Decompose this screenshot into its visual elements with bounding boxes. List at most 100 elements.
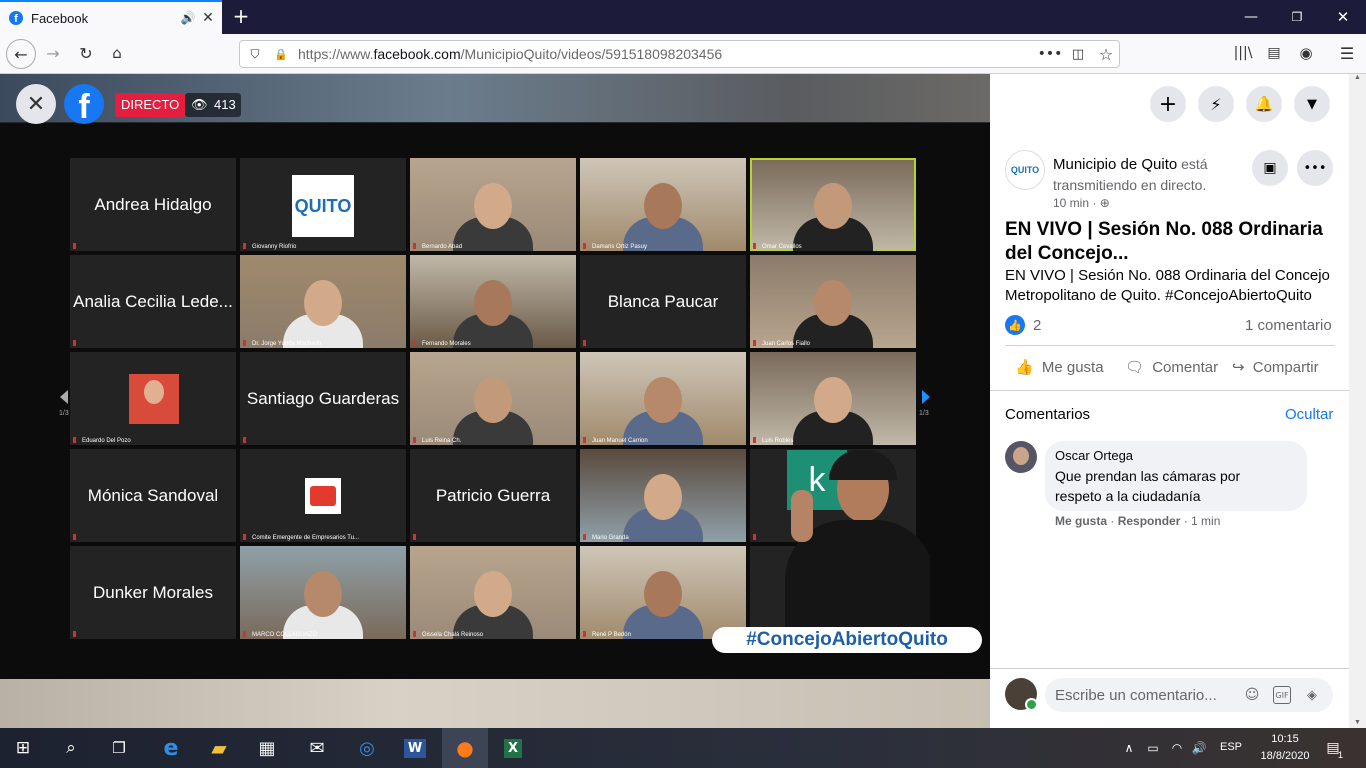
comment-bubble-icon: 🗨: [1125, 358, 1145, 376]
close-video-button[interactable]: ✕: [16, 84, 56, 124]
hide-comments-link[interactable]: Ocultar: [1285, 406, 1333, 423]
forward-icon[interactable]: →: [40, 40, 66, 66]
back-icon[interactable]: ←: [6, 39, 36, 69]
new-tab-icon[interactable]: +: [230, 4, 252, 28]
participant-tile: Mario Granda: [580, 449, 746, 542]
notifications-bell-icon[interactable]: 🔔: [1246, 86, 1282, 122]
comments-count-link[interactable]: 1 comentario: [1245, 317, 1332, 334]
participant-head: [144, 380, 164, 404]
menu-icon[interactable]: ☰: [1336, 42, 1358, 64]
comment-input[interactable]: Escribe un comentario... ☺ GIF ◈: [1045, 678, 1333, 712]
post-time[interactable]: 10 min: [1053, 196, 1089, 210]
commenter-avatar[interactable]: [1005, 441, 1037, 473]
more-options-button[interactable]: •••: [1297, 150, 1333, 186]
hashtag-banner-text: #ConcejoAbiertoQuito: [746, 629, 948, 650]
globe-icon: ⊕: [1099, 196, 1110, 210]
facebook-logo-icon[interactable]: f: [64, 84, 104, 124]
bookmark-star-icon[interactable]: ☆: [1096, 44, 1116, 64]
live-badge: DIRECTO: [115, 93, 186, 117]
messenger-icon[interactable]: ⚡: [1198, 86, 1234, 122]
url-bar[interactable]: ⛉ 🔒 https://www.facebook.com/MunicipioQu…: [239, 40, 1120, 68]
my-avatar[interactable]: [1005, 678, 1038, 711]
participant-head: [644, 377, 682, 423]
browser-tab[interactable]: f Facebook 🔊 ✕: [0, 0, 222, 34]
gif-icon[interactable]: GIF: [1273, 686, 1291, 704]
post-title[interactable]: EN VIVO | Sesión No. 088 Ordinaria del C…: [1005, 218, 1335, 266]
tab-title: Facebook: [31, 11, 89, 26]
reload-icon[interactable]: ↻: [73, 40, 99, 66]
participant-head: [304, 280, 342, 326]
create-button[interactable]: +: [1150, 86, 1186, 122]
close-tab-icon[interactable]: ✕: [200, 10, 216, 26]
excel-icon[interactable]: X: [490, 728, 536, 768]
share-button[interactable]: ↪ Compartir: [1232, 358, 1319, 380]
participant-label: Luis Reina Ch.: [413, 437, 461, 444]
hashtag-banner: #ConcejoAbiertoQuito: [712, 627, 982, 653]
home-icon[interactable]: ⌂: [104, 40, 130, 66]
participant-label: Gissela Chalá Reinoso: [413, 631, 483, 638]
battery-icon[interactable]: ▭: [1144, 738, 1162, 758]
firefox-icon[interactable]: ●: [442, 728, 488, 768]
comment-author[interactable]: Oscar Ortega: [1055, 448, 1133, 463]
like-button[interactable]: 👍 Me gusta: [1015, 358, 1104, 380]
scroll-down-icon[interactable]: ▼: [1354, 719, 1361, 726]
participant-head: [814, 183, 852, 229]
participant-tile: Omar Cevallos: [750, 158, 916, 251]
network-app-icon[interactable]: ◎: [344, 728, 390, 768]
account-menu-icon[interactable]: ▼: [1294, 86, 1330, 122]
sidebar-icon[interactable]: ▤: [1263, 42, 1285, 64]
participant-label: Eduardo Del Pozo: [73, 437, 131, 444]
participant-video: [453, 173, 533, 251]
restore-icon[interactable]: ❐: [1286, 6, 1308, 28]
edge-browser-icon[interactable]: e: [148, 728, 194, 768]
close-window-icon[interactable]: ✕: [1332, 6, 1354, 28]
language-indicator[interactable]: ESP: [1220, 741, 1242, 753]
emoji-icon[interactable]: ☺: [1243, 686, 1261, 704]
comment-time[interactable]: 1 min: [1191, 514, 1220, 528]
participant-tile: Blanca Paucar: [580, 255, 746, 348]
search-icon[interactable]: ⌕: [48, 728, 94, 768]
comment-button[interactable]: 🗨 Comentar: [1125, 358, 1218, 380]
clock[interactable]: 10:15 18/8/2020: [1255, 731, 1315, 765]
comment-reply-link[interactable]: Responder: [1118, 514, 1181, 528]
participant-name: Dunker Morales: [93, 582, 213, 602]
account-icon[interactable]: ◉: [1295, 42, 1317, 64]
save-post-button[interactable]: ▣: [1252, 150, 1288, 186]
comment-like-link[interactable]: Me gusta: [1055, 514, 1107, 528]
lock-icon[interactable]: 🔒: [272, 45, 290, 63]
start-windows-icon[interactable]: ⊞: [0, 728, 46, 768]
participant-tile: Dr. Jorge Yunda Machado: [240, 255, 406, 348]
shield-icon[interactable]: ⛉: [246, 45, 264, 63]
tray-up-icon[interactable]: ∧: [1120, 738, 1138, 758]
participant-video: [623, 173, 703, 251]
task-view-icon[interactable]: ❐: [96, 728, 142, 768]
scrollbar[interactable]: ▲ ▼: [1349, 74, 1366, 728]
participant-video: [793, 173, 873, 251]
page-name-link[interactable]: Municipio de Quito: [1053, 156, 1177, 173]
pocket-icon[interactable]: ◫: [1068, 45, 1088, 63]
participant-video: [453, 270, 533, 348]
library-icon[interactable]: |||\: [1232, 42, 1254, 64]
volume-icon[interactable]: 🔊: [1190, 738, 1208, 758]
more-actions-icon[interactable]: •••: [1038, 45, 1063, 63]
page-avatar[interactable]: QUITO: [1005, 150, 1045, 190]
comment-text: Que prendan las cámaras por respeto a la…: [1055, 468, 1241, 504]
participant-label: Damaris Ortiz Pasuy: [583, 243, 647, 250]
scroll-up-icon[interactable]: ▲: [1354, 74, 1361, 81]
participant-label: Luis Robles: [753, 437, 793, 444]
store-icon[interactable]: ▦: [244, 728, 290, 768]
mail-icon[interactable]: ✉: [294, 728, 340, 768]
minimize-icon[interactable]: —: [1240, 6, 1262, 28]
speaker-icon[interactable]: 🔊: [180, 10, 196, 26]
wifi-icon[interactable]: ◠: [1168, 738, 1186, 758]
description-hashtag-link[interactable]: #ConcejoAbiertoQuito: [1165, 287, 1312, 304]
file-explorer-icon[interactable]: ▰: [196, 728, 242, 768]
word-icon[interactable]: W: [392, 728, 438, 768]
prev-page-indicator: 1/3: [59, 410, 69, 417]
video-bottom-strip: [0, 679, 990, 728]
comment-input-placeholder: Escribe un comentario...: [1055, 687, 1217, 704]
briefcase-icon: [305, 478, 341, 514]
notification-count: 1: [1338, 750, 1344, 760]
participant-name: Andrea Hidalgo: [94, 194, 212, 214]
sticker-icon[interactable]: ◈: [1303, 686, 1321, 704]
